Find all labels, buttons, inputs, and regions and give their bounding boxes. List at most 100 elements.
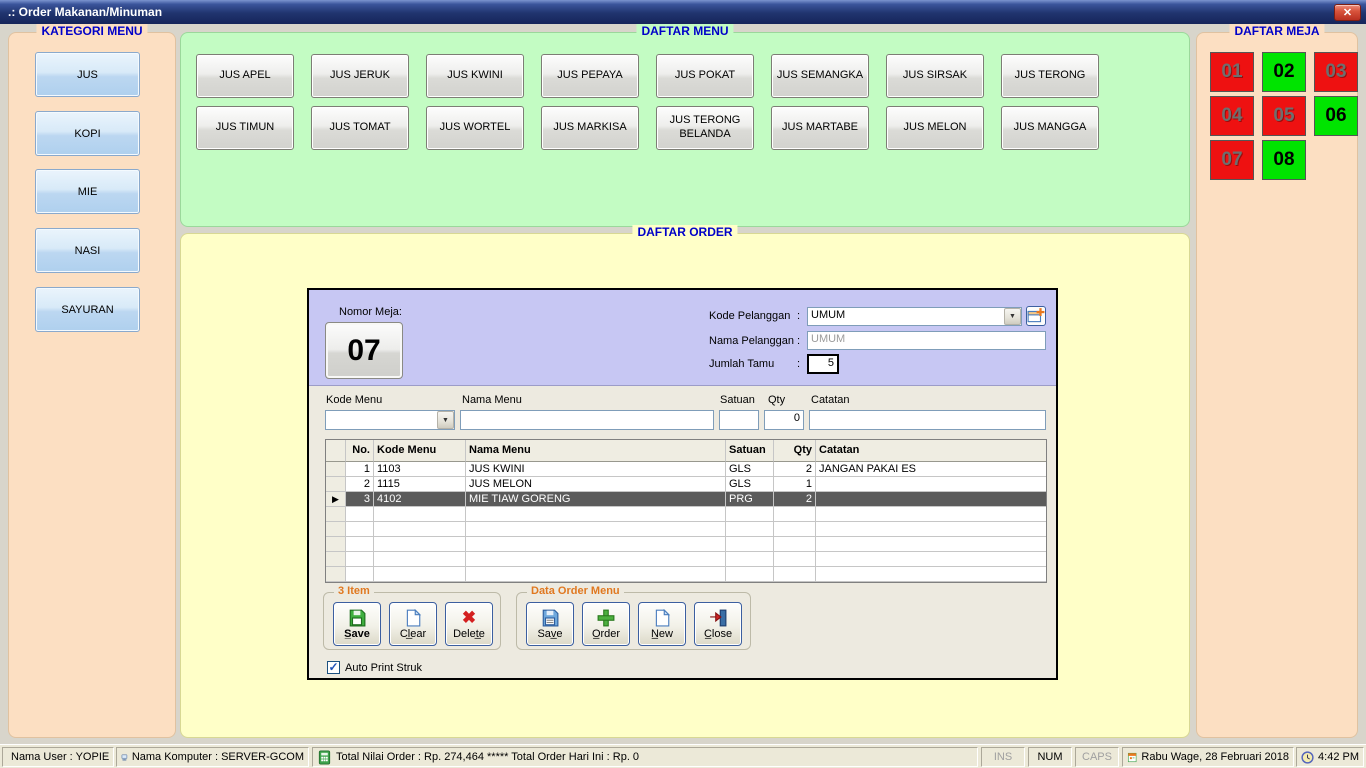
nama-pelanggan-label: Nama Pelanggan <box>709 335 797 347</box>
daftar-menu-panel: DAFTAR MENU JUS APEL JUS JERUK JUS KWINI… <box>180 32 1190 227</box>
clock-icon <box>1301 750 1314 765</box>
table-tile-03[interactable]: 03 <box>1314 52 1358 92</box>
menu-button-jus-terong[interactable]: JUS TERONG <box>1001 54 1099 98</box>
close-form-button[interactable]: C̲lose <box>694 602 742 646</box>
status-total-text: Total Nilai Order : Rp. 274,464 ***** To… <box>336 751 639 763</box>
save-item-button[interactable]: S̲ave <box>333 602 381 646</box>
cell-qty: 1 <box>774 477 816 492</box>
table-row-empty[interactable] <box>326 507 1046 522</box>
catatan-field[interactable] <box>809 410 1046 430</box>
menu-button-jus-wortel[interactable]: JUS WORTEL <box>426 106 524 150</box>
jumlah-tamu-label: Jumlah Tamu <box>709 358 797 370</box>
delete-item-button[interactable]: ✖ Delet̲e <box>445 602 493 646</box>
kode-pelanggan-combo[interactable]: UMUM ▼ <box>807 307 1022 326</box>
table-tile-07[interactable]: 07 <box>1210 140 1254 180</box>
kode-menu-value[interactable] <box>325 410 455 430</box>
table-row-empty[interactable] <box>326 537 1046 552</box>
table-row-empty[interactable] <box>326 567 1046 582</box>
daftar-order-title: DAFTAR ORDER <box>632 225 737 239</box>
kategori-button-nasi[interactable]: NASI <box>35 228 140 273</box>
save-order-button[interactable]: Sav̲e <box>526 602 574 646</box>
header-qty: Qty <box>774 440 816 462</box>
menu-button-jus-semangka[interactable]: JUS SEMANGKA <box>771 54 869 98</box>
clear-item-button[interactable]: Cl̲ear <box>389 602 437 646</box>
status-user-text: Nama User : YOPIE <box>11 751 109 763</box>
table-row-empty[interactable] <box>326 522 1046 537</box>
header-kode-menu: Kode Menu <box>374 440 466 462</box>
satuan-label: Satuan <box>720 394 755 406</box>
nomor-meja-label: Nomor Meja: <box>339 306 402 318</box>
menu-button-jus-pokat[interactable]: JUS POKAT <box>656 54 754 98</box>
calculator-icon <box>317 750 332 765</box>
order-button[interactable]: O̲rder <box>582 602 630 646</box>
cell-satuan: GLS <box>726 477 774 492</box>
status-bar: Nama User : YOPIE Nama Komputer : SERVER… <box>0 744 1366 768</box>
table-row-empty[interactable] <box>326 552 1046 567</box>
menu-button-jus-markisa[interactable]: JUS MARKISA <box>541 106 639 150</box>
status-num: NUM <box>1037 751 1062 763</box>
menu-button-jus-kwini[interactable]: JUS KWINI <box>426 54 524 98</box>
auto-print-row: ✓ Auto Print Struk <box>327 661 422 674</box>
table-tile-02[interactable]: 02 <box>1262 52 1306 92</box>
kode-pelanggan-dropdown-icon[interactable]: ▼ <box>1004 308 1021 325</box>
status-caps-panel: CAPS <box>1075 747 1119 767</box>
calendar-icon <box>1127 750 1137 765</box>
table-row[interactable]: 1 1103 JUS KWINI GLS 2 JANGAN PAKAI ES <box>326 462 1046 477</box>
menu-button-jus-sirsak[interactable]: JUS SIRSAK <box>886 54 984 98</box>
header-satuan: Satuan <box>726 440 774 462</box>
menu-button-jus-apel[interactable]: JUS APEL <box>196 54 294 98</box>
kode-menu-dropdown-icon[interactable]: ▼ <box>437 411 454 429</box>
cell-kode: 4102 <box>374 492 466 507</box>
menu-button-jus-melon[interactable]: JUS MELON <box>886 106 984 150</box>
plus-icon <box>597 609 615 627</box>
jumlah-tamu-field[interactable]: 5 <box>807 354 839 374</box>
cell-satuan: PRG <box>726 492 774 507</box>
nama-menu-field[interactable] <box>460 410 714 430</box>
header-no: No. <box>346 440 374 462</box>
menu-button-jus-jeruk[interactable]: JUS JERUK <box>311 54 409 98</box>
menu-button-jus-martabe[interactable]: JUS MARTABE <box>771 106 869 150</box>
kategori-button-sayuran[interactable]: SAYURAN <box>35 287 140 332</box>
table-tile-01[interactable]: 01 <box>1210 52 1254 92</box>
menu-button-jus-pepaya[interactable]: JUS PEPAYA <box>541 54 639 98</box>
cell-no: 1 <box>346 462 374 477</box>
nama-pelanggan-colon: : <box>797 335 807 347</box>
window-title: .: Order Makanan/Minuman <box>0 5 1334 19</box>
close-button[interactable]: ✕ <box>1334 4 1361 21</box>
nama-pelanggan-field[interactable]: UMUM <box>807 331 1046 350</box>
order-form: Nomor Meja: 07 Kode Pelanggan : UMUM ▼ N… <box>307 288 1058 680</box>
kategori-button-jus[interactable]: JUS <box>35 52 140 97</box>
nama-menu-label: Nama Menu <box>462 394 522 406</box>
qty-field[interactable]: 0 <box>764 410 804 430</box>
new-customer-button[interactable] <box>1026 306 1046 326</box>
satuan-field[interactable] <box>719 410 759 430</box>
kategori-button-kopi[interactable]: KOPI <box>35 111 140 156</box>
kode-pelanggan-value[interactable]: UMUM <box>807 307 1022 326</box>
menu-button-jus-timun[interactable]: JUS TIMUN <box>196 106 294 150</box>
auto-print-checkbox[interactable]: ✓ <box>327 661 340 674</box>
menu-button-jus-terong-belanda[interactable]: JUS TERONG BELANDA <box>656 106 754 150</box>
header-catatan: Catatan <box>816 440 1046 462</box>
table-tile-08[interactable]: 08 <box>1262 140 1306 180</box>
menu-button-jus-tomat[interactable]: JUS TOMAT <box>311 106 409 150</box>
menu-button-jus-mangga[interactable]: JUS MANGGA <box>1001 106 1099 150</box>
cell-qty: 2 <box>774 492 816 507</box>
item-group-label: 3 Item <box>334 585 374 597</box>
clear-item-label: Cl̲ear <box>400 628 426 640</box>
cell-nama: MIE TIAW GORENG <box>466 492 726 507</box>
save-order-label: Sav̲e <box>537 628 562 640</box>
table-row[interactable]: 2 1115 JUS MELON GLS 1 <box>326 477 1046 492</box>
table-tile-06[interactable]: 06 <box>1314 96 1358 136</box>
delete-item-label: Delet̲e <box>453 628 485 640</box>
status-computer-panel: Nama Komputer : SERVER-GCOM <box>116 747 309 767</box>
kategori-button-mie[interactable]: MIE <box>35 169 140 214</box>
data-order-menu-group: Data Order Menu Sav̲e O̲rder <box>516 592 751 650</box>
table-row-selected[interactable]: ▶ 3 4102 MIE TIAW GORENG PRG 2 <box>326 492 1046 507</box>
cell-satuan: GLS <box>726 462 774 477</box>
new-order-button[interactable]: N̲ew <box>638 602 686 646</box>
kode-menu-combo[interactable]: ▼ <box>325 410 455 430</box>
table-tile-05[interactable]: 05 <box>1262 96 1306 136</box>
nomor-meja-button[interactable]: 07 <box>325 322 403 379</box>
table-tile-04[interactable]: 04 <box>1210 96 1254 136</box>
catatan-label: Catatan <box>811 394 850 406</box>
